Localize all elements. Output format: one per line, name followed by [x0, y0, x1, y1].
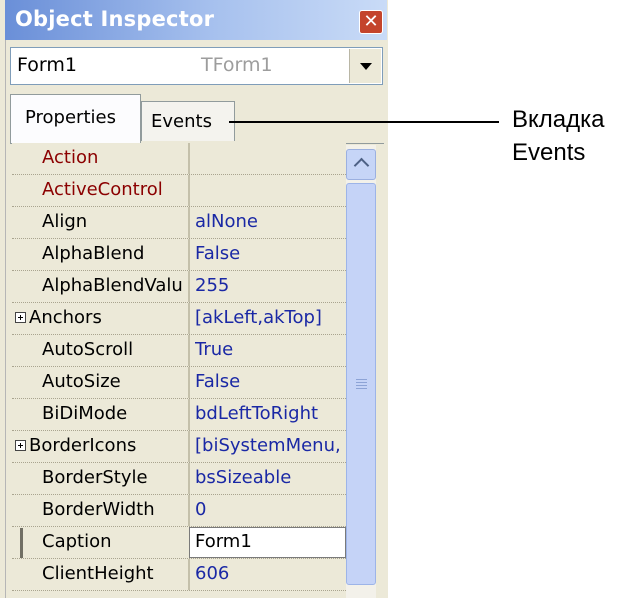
tab-properties-label: Properties [25, 107, 116, 128]
column-divider [188, 239, 190, 270]
column-divider [188, 207, 190, 238]
property-value[interactable]: [akLeft,akTop] [195, 307, 345, 328]
selection-marker [20, 528, 23, 558]
property-value[interactable]: 606 [195, 563, 345, 584]
property-value[interactable]: 0 [195, 499, 345, 520]
column-divider [188, 335, 190, 366]
vertical-scrollbar[interactable] [346, 145, 376, 598]
expand-plus-icon[interactable] [15, 312, 26, 323]
column-divider [188, 143, 190, 174]
property-row[interactable]: ActiveControl [12, 175, 346, 207]
property-name: Action [42, 147, 99, 168]
window-title: Object Inspector [15, 7, 215, 31]
property-value[interactable]: bdLeftToRight [195, 403, 345, 424]
property-name: AlphaBlend [42, 243, 145, 264]
callout-label: Вкладка Events [512, 103, 605, 169]
property-row[interactable]: Anchors [akLeft,akTop] [12, 303, 346, 335]
property-value[interactable]: False [195, 243, 345, 264]
callout-pointer-line [229, 121, 499, 123]
dropdown-arrow-icon[interactable] [349, 49, 381, 83]
property-value[interactable]: bsSizeable [195, 467, 345, 488]
property-row[interactable]: BorderStyle bsSizeable [12, 463, 346, 495]
scroll-up-icon[interactable] [346, 149, 376, 180]
callout-line-2: Events [512, 139, 586, 166]
property-value[interactable]: False [195, 371, 345, 392]
grip-icon [356, 379, 367, 380]
property-row[interactable]: BiDiMode bdLeftToRight [12, 399, 346, 431]
property-name: BiDiMode [42, 403, 128, 424]
tab-properties[interactable]: Properties [10, 94, 141, 144]
property-row[interactable]: Action [12, 143, 346, 175]
property-row[interactable]: BorderWidth 0 [12, 495, 346, 527]
window-border [5, 40, 6, 598]
property-row[interactable]: AutoSize False [12, 367, 346, 399]
property-row[interactable]: AlphaBlendValu 255 [12, 271, 346, 303]
property-name: AutoSize [42, 371, 121, 392]
property-name: AlphaBlendValu [42, 275, 183, 296]
property-name: ActiveControl [42, 179, 163, 200]
object-inspector-window: Object Inspector ✕ Form1 TForm1 Properti… [0, 0, 388, 598]
property-grid: Action ActiveControl Align alNone AlphaB… [12, 143, 346, 598]
object-selector-combo[interactable]: Form1 TForm1 [10, 47, 383, 85]
object-type: TForm1 [201, 54, 273, 76]
title-bar: Object Inspector ✕ [5, 0, 387, 40]
tab-events[interactable]: Events [141, 101, 235, 141]
property-name: BorderStyle [42, 467, 148, 488]
property-row[interactable]: ClientHeight 606 [12, 559, 346, 591]
property-row[interactable]: BorderIcons [biSystemMenu, [12, 431, 346, 463]
column-divider [188, 559, 190, 590]
property-row-selected[interactable]: Caption Form1 [12, 527, 346, 559]
column-divider [188, 303, 190, 334]
property-value[interactable]: [biSystemMenu, [195, 435, 345, 456]
property-name: Align [42, 211, 88, 232]
property-value[interactable]: Form1 [195, 531, 345, 552]
property-value[interactable]: True [195, 339, 345, 360]
column-divider [188, 431, 190, 462]
property-name: BorderWidth [42, 499, 155, 520]
expand-plus-icon[interactable] [15, 440, 26, 451]
property-value[interactable]: 255 [195, 275, 345, 296]
column-divider [188, 175, 190, 206]
callout-line-1: Вкладка [512, 106, 605, 133]
column-divider [188, 271, 190, 302]
property-name: Anchors [29, 307, 102, 328]
scrollbar-thumb[interactable] [346, 183, 376, 585]
column-divider [188, 463, 190, 494]
property-value[interactable]: alNone [195, 211, 345, 232]
column-divider [188, 495, 190, 526]
column-divider [188, 367, 190, 398]
property-row[interactable]: AlphaBlend False [12, 239, 346, 271]
property-name: AutoScroll [42, 339, 134, 360]
object-name: Form1 [17, 54, 77, 76]
property-name: BorderIcons [29, 435, 137, 456]
property-name: Caption [42, 531, 112, 552]
tab-events-label: Events [151, 111, 212, 132]
property-row[interactable]: Align alNone [12, 207, 346, 239]
column-divider [188, 399, 190, 430]
property-row[interactable]: AutoScroll True [12, 335, 346, 367]
property-name: ClientHeight [42, 563, 154, 584]
close-icon[interactable]: ✕ [359, 10, 383, 34]
